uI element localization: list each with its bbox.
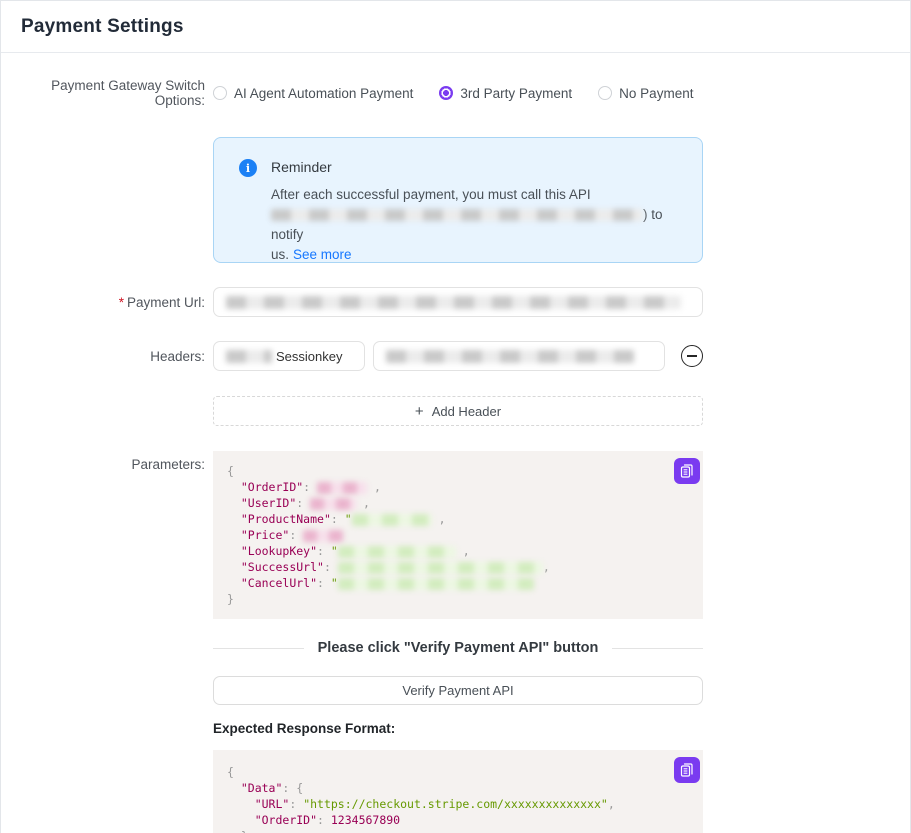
expected-response-row: { "Data": { "URL": "https://checkout.str…: [1, 750, 910, 833]
radio-option-1[interactable]: 3rd Party Payment: [439, 86, 572, 101]
copy-icon: [680, 763, 694, 777]
radio-unselected-icon[interactable]: [213, 86, 227, 100]
reminder-body: After each successful payment, you must …: [271, 185, 678, 265]
expected-response-label: Expected Response Format:: [213, 721, 395, 736]
reminder-line-2: ) to notify: [271, 205, 678, 245]
verify-hint-divider: Please click "Verify Payment API" button: [213, 640, 703, 656]
header-key-input[interactable]: Sessionkey: [213, 341, 365, 371]
redacted-value: [338, 546, 456, 558]
gateway-options-label: Payment Gateway Switch Options:: [1, 78, 213, 108]
verify-button-row: Verify Payment API: [1, 676, 910, 705]
radio-selected-icon[interactable]: [439, 86, 453, 100]
payment-gateway-radio-group: AI Agent Automation Payment 3rd Party Pay…: [213, 86, 693, 101]
expected-response-code-block: { "Data": { "URL": "https://checkout.str…: [213, 750, 703, 833]
redacted-value: [338, 578, 534, 590]
redacted-payment-url-value: [226, 296, 681, 309]
required-asterisk: *: [119, 295, 124, 310]
add-header-button[interactable]: + Add Header: [213, 396, 703, 426]
page-title: Payment Settings: [21, 16, 890, 38]
copy-response-button[interactable]: [674, 757, 700, 783]
headers-label: Headers:: [1, 349, 213, 364]
radio-option-label: AI Agent Automation Payment: [234, 86, 413, 101]
verify-hint-text: Please click "Verify Payment API" button: [318, 640, 599, 656]
header-key-visible-text: Sessionkey: [276, 349, 342, 364]
parameters-row: Parameters: { "OrderID": , "UserID": , "…: [1, 451, 910, 619]
copy-parameters-button[interactable]: [674, 458, 700, 484]
reminder-alert: i Reminder After each successful payment…: [213, 137, 703, 263]
radio-option-label: No Payment: [619, 86, 693, 101]
reminder-line-3: us.See more: [271, 245, 678, 265]
copy-icon: [680, 464, 694, 478]
expected-response-code: { "Data": { "URL": "https://checkout.str…: [227, 764, 689, 833]
parameters-code: { "OrderID": , "UserID": , "ProductName"…: [227, 463, 689, 607]
radio-option-0[interactable]: AI Agent Automation Payment: [213, 86, 413, 101]
verify-hint-row: Please click "Verify Payment API" button: [1, 640, 910, 656]
redacted-api-url: [271, 209, 643, 221]
radio-option-label: 3rd Party Payment: [460, 86, 572, 101]
radio-unselected-icon[interactable]: [598, 86, 612, 100]
minus-circle-icon: [687, 355, 697, 357]
redacted-value: [303, 530, 343, 542]
info-icon: i: [239, 159, 257, 177]
divider-line-right: [612, 648, 703, 649]
add-header-row: + Add Header: [1, 396, 910, 426]
redacted-header-value: [386, 350, 634, 363]
redacted-value: [352, 514, 432, 526]
add-header-label: Add Header: [432, 404, 501, 419]
payment-url-label: *Payment Url:: [1, 295, 213, 310]
redacted-value: [310, 498, 356, 510]
parameters-code-block: { "OrderID": , "UserID": , "ProductName"…: [213, 451, 703, 619]
redacted-header-key-prefix: [226, 350, 272, 363]
payment-settings-panel: Payment Settings Payment Gateway Switch …: [0, 0, 911, 833]
header-value-input[interactable]: [373, 341, 665, 371]
page-body: Payment Gateway Switch Options: AI Agent…: [1, 53, 910, 833]
radio-option-2[interactable]: No Payment: [598, 86, 693, 101]
reminder-line-1: After each successful payment, you must …: [271, 185, 678, 205]
redacted-value: [338, 562, 543, 574]
redacted-value: [317, 482, 367, 494]
payment-url-row: *Payment Url:: [1, 287, 910, 317]
reminder-title: Reminder: [271, 158, 678, 175]
parameters-label: Parameters:: [1, 451, 213, 472]
headers-row: Headers: Sessionkey: [1, 341, 910, 371]
gateway-options-row: Payment Gateway Switch Options: AI Agent…: [1, 78, 910, 108]
see-more-link[interactable]: See more: [293, 247, 352, 262]
payment-url-input[interactable]: [213, 287, 703, 317]
expected-response-label-row: Expected Response Format:: [1, 720, 910, 738]
reminder-row: i Reminder After each successful payment…: [1, 137, 910, 263]
remove-header-button[interactable]: [681, 345, 703, 367]
divider-line-left: [213, 648, 304, 649]
verify-payment-api-button[interactable]: Verify Payment API: [213, 676, 703, 705]
plus-icon: +: [415, 403, 424, 420]
page-header: Payment Settings: [1, 1, 910, 53]
